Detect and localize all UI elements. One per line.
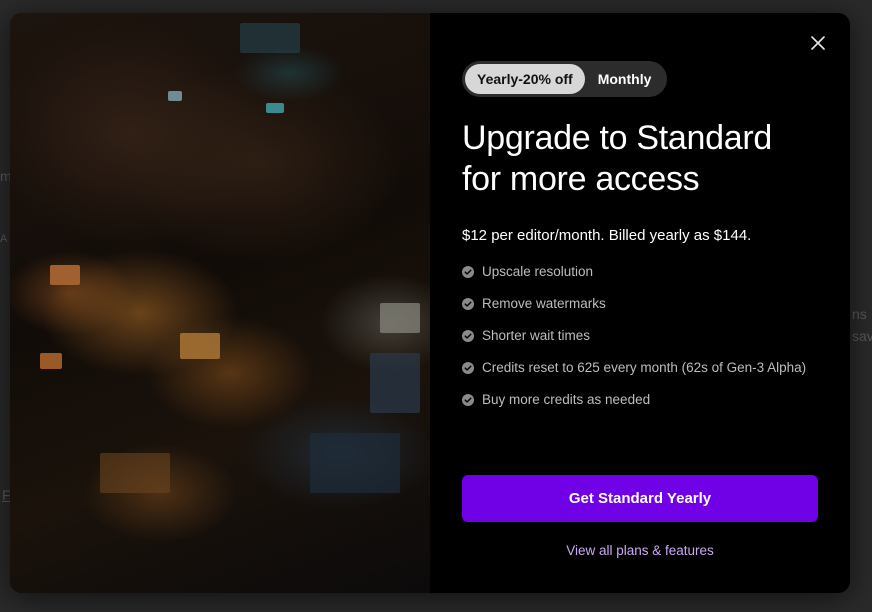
image-detail	[40, 353, 62, 369]
billing-option-yearly[interactable]: Yearly-20% off	[465, 64, 585, 94]
image-detail	[50, 265, 80, 285]
image-detail	[370, 353, 420, 413]
price-text: $12 per editor/month. Billed yearly as $…	[462, 227, 752, 244]
upgrade-content: Yearly-20% off Monthly Upgrade to Standa…	[462, 13, 818, 593]
feature-item: Credits reset to 625 every month (62s of…	[462, 359, 818, 377]
background-text: sav	[852, 328, 872, 344]
feature-label: Upscale resolution	[482, 264, 594, 279]
check-circle-icon	[462, 330, 474, 342]
billing-toggle: Yearly-20% off Monthly	[462, 61, 668, 97]
background-text: A	[0, 233, 8, 245]
check-circle-icon	[462, 298, 474, 310]
image-detail	[310, 433, 400, 493]
feature-list: Upscale resolution Remove watermarks Sho…	[462, 263, 818, 423]
view-all-plans-link[interactable]: View all plans & features	[462, 543, 818, 558]
feature-item: Shorter wait times	[462, 327, 818, 345]
image-detail	[180, 333, 220, 359]
image-detail	[100, 453, 170, 493]
feature-label: Buy more credits as needed	[482, 392, 651, 407]
upgrade-modal: Yearly-20% off Monthly Upgrade to Standa…	[10, 13, 850, 593]
image-detail	[168, 91, 182, 101]
feature-item: Buy more credits as needed	[462, 391, 818, 409]
get-standard-yearly-button[interactable]: Get Standard Yearly	[462, 475, 818, 522]
check-circle-icon	[462, 362, 474, 374]
billing-option-monthly[interactable]: Monthly	[585, 64, 665, 94]
feature-label: Shorter wait times	[482, 328, 591, 343]
check-circle-icon	[462, 394, 474, 406]
feature-label: Remove watermarks	[482, 296, 606, 311]
image-detail	[240, 23, 300, 53]
feature-item: Remove watermarks	[462, 295, 818, 313]
modal-headline: Upgrade to Standard for more access	[462, 119, 772, 198]
background-text: ns	[852, 306, 867, 322]
image-detail	[266, 103, 284, 113]
check-circle-icon	[462, 266, 474, 278]
feature-item: Upscale resolution	[462, 263, 818, 281]
image-detail	[380, 303, 420, 333]
hero-image	[10, 13, 430, 593]
feature-label: Credits reset to 625 every month (62s of…	[482, 360, 807, 375]
